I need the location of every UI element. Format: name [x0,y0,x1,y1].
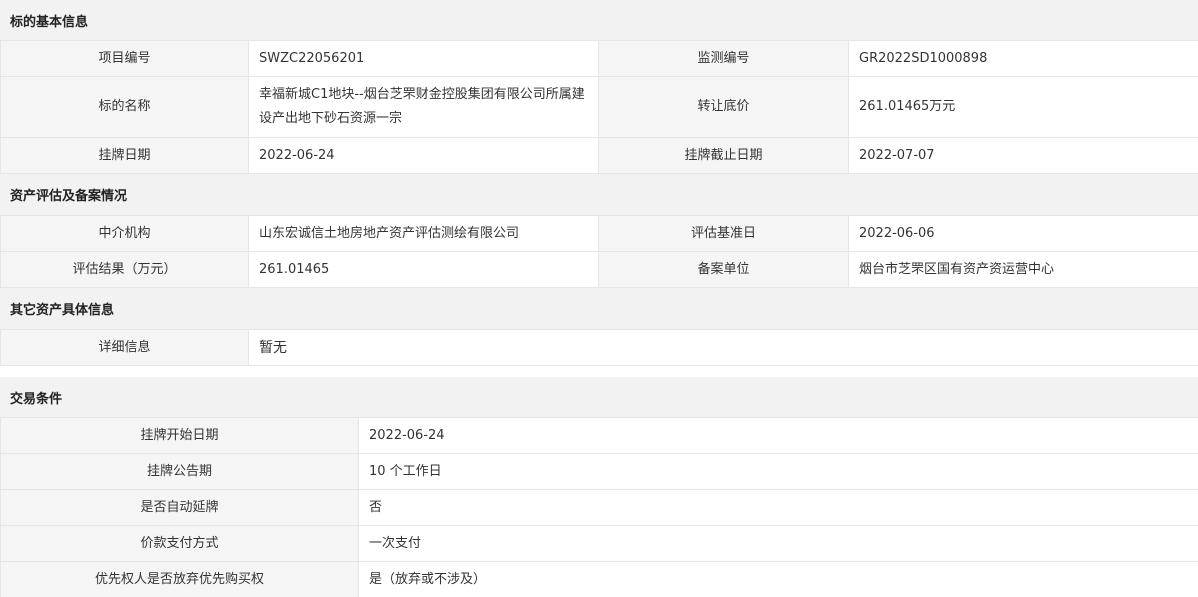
listing-end-value: 2022-07-07 [848,137,1198,174]
table-row: 详细信息 暂无 [0,329,1198,366]
table-row: 优先权人是否放弃优先购买权 是（放弃或不涉及） [0,561,1198,597]
listing-date-label: 挂牌日期 [0,137,249,174]
section-trade-conditions: 交易条件 挂牌开始日期 2022-06-24 挂牌公告期 10 个工作日 是否自… [0,377,1198,597]
target-name-label: 标的名称 [0,76,249,138]
reserve-price-label: 转让底价 [598,76,849,138]
table-row: 价款支付方式 一次支付 [0,525,1198,562]
trade-conditions-table: 挂牌开始日期 2022-06-24 挂牌公告期 10 个工作日 是否自动延牌 否… [0,417,1198,597]
table-row: 标的名称 幸福新城C1地块--烟台芝罘财金控股集团有限公司所属建设产出地下砂石资… [0,76,1198,138]
notice-period-value: 10 个工作日 [358,453,1198,490]
payment-method-label: 价款支付方式 [0,525,359,562]
monitor-no-label: 监测编号 [598,40,849,77]
listing-end-label: 挂牌截止日期 [598,137,849,174]
section-evaluation: 资产评估及备案情况 中介机构 山东宏诚信土地房地产资产评估测绘有限公司 评估基准… [0,174,1198,288]
monitor-no-value: GR2022SD1000898 [848,40,1198,77]
table-row: 挂牌公告期 10 个工作日 [0,453,1198,490]
basic-info-table: 项目编号 SWZC22056201 监测编号 GR2022SD1000898 标… [0,40,1198,174]
notice-period-label: 挂牌公告期 [0,453,359,490]
table-row: 中介机构 山东宏诚信土地房地产资产评估测绘有限公司 评估基准日 2022-06-… [0,215,1198,252]
section-title-other: 其它资产具体信息 [0,288,1198,329]
eval-result-value: 261.01465 [248,251,599,288]
agency-label: 中介机构 [0,215,249,252]
project-no-label: 项目编号 [0,40,249,77]
eval-result-label: 评估结果（万元） [0,251,249,288]
table-row: 项目编号 SWZC22056201 监测编号 GR2022SD1000898 [0,40,1198,77]
detail-value: 暂无 [248,329,1198,366]
other-info-table: 详细信息 暂无 [0,329,1198,366]
section-other-info: 其它资产具体信息 详细信息 暂无 [0,288,1198,366]
section-title-basic: 标的基本信息 [0,0,1198,40]
auto-extend-value: 否 [358,489,1198,526]
filing-unit-value: 烟台市芝罘区国有资产资运营中心 [848,251,1198,288]
section-title-trade: 交易条件 [0,377,1198,417]
project-no-value: SWZC22056201 [248,40,599,77]
detail-label: 详细信息 [0,329,249,366]
start-date-value: 2022-06-24 [358,417,1198,454]
base-date-label: 评估基准日 [598,215,849,252]
section-spacer [0,366,1198,377]
auto-extend-label: 是否自动延牌 [0,489,359,526]
base-date-value: 2022-06-06 [848,215,1198,252]
section-basic-info: 标的基本信息 项目编号 SWZC22056201 监测编号 GR2022SD10… [0,0,1198,174]
evaluation-table: 中介机构 山东宏诚信土地房地产资产评估测绘有限公司 评估基准日 2022-06-… [0,215,1198,288]
table-row: 评估结果（万元） 261.01465 备案单位 烟台市芝罘区国有资产资运营中心 [0,251,1198,288]
reserve-price-value: 261.01465万元 [848,76,1198,138]
payment-method-value: 一次支付 [358,525,1198,562]
section-title-evaluation: 资产评估及备案情况 [0,174,1198,215]
table-row: 挂牌开始日期 2022-06-24 [0,417,1198,454]
table-row: 是否自动延牌 否 [0,489,1198,526]
target-name-value: 幸福新城C1地块--烟台芝罘财金控股集团有限公司所属建设产出地下砂石资源一宗 [248,76,599,138]
agency-value: 山东宏诚信土地房地产资产评估测绘有限公司 [248,215,599,252]
listing-date-value: 2022-06-24 [248,137,599,174]
filing-unit-label: 备案单位 [598,251,849,288]
preemption-label: 优先权人是否放弃优先购买权 [0,561,359,597]
preemption-value: 是（放弃或不涉及） [358,561,1198,597]
table-row: 挂牌日期 2022-06-24 挂牌截止日期 2022-07-07 [0,137,1198,174]
start-date-label: 挂牌开始日期 [0,417,359,454]
